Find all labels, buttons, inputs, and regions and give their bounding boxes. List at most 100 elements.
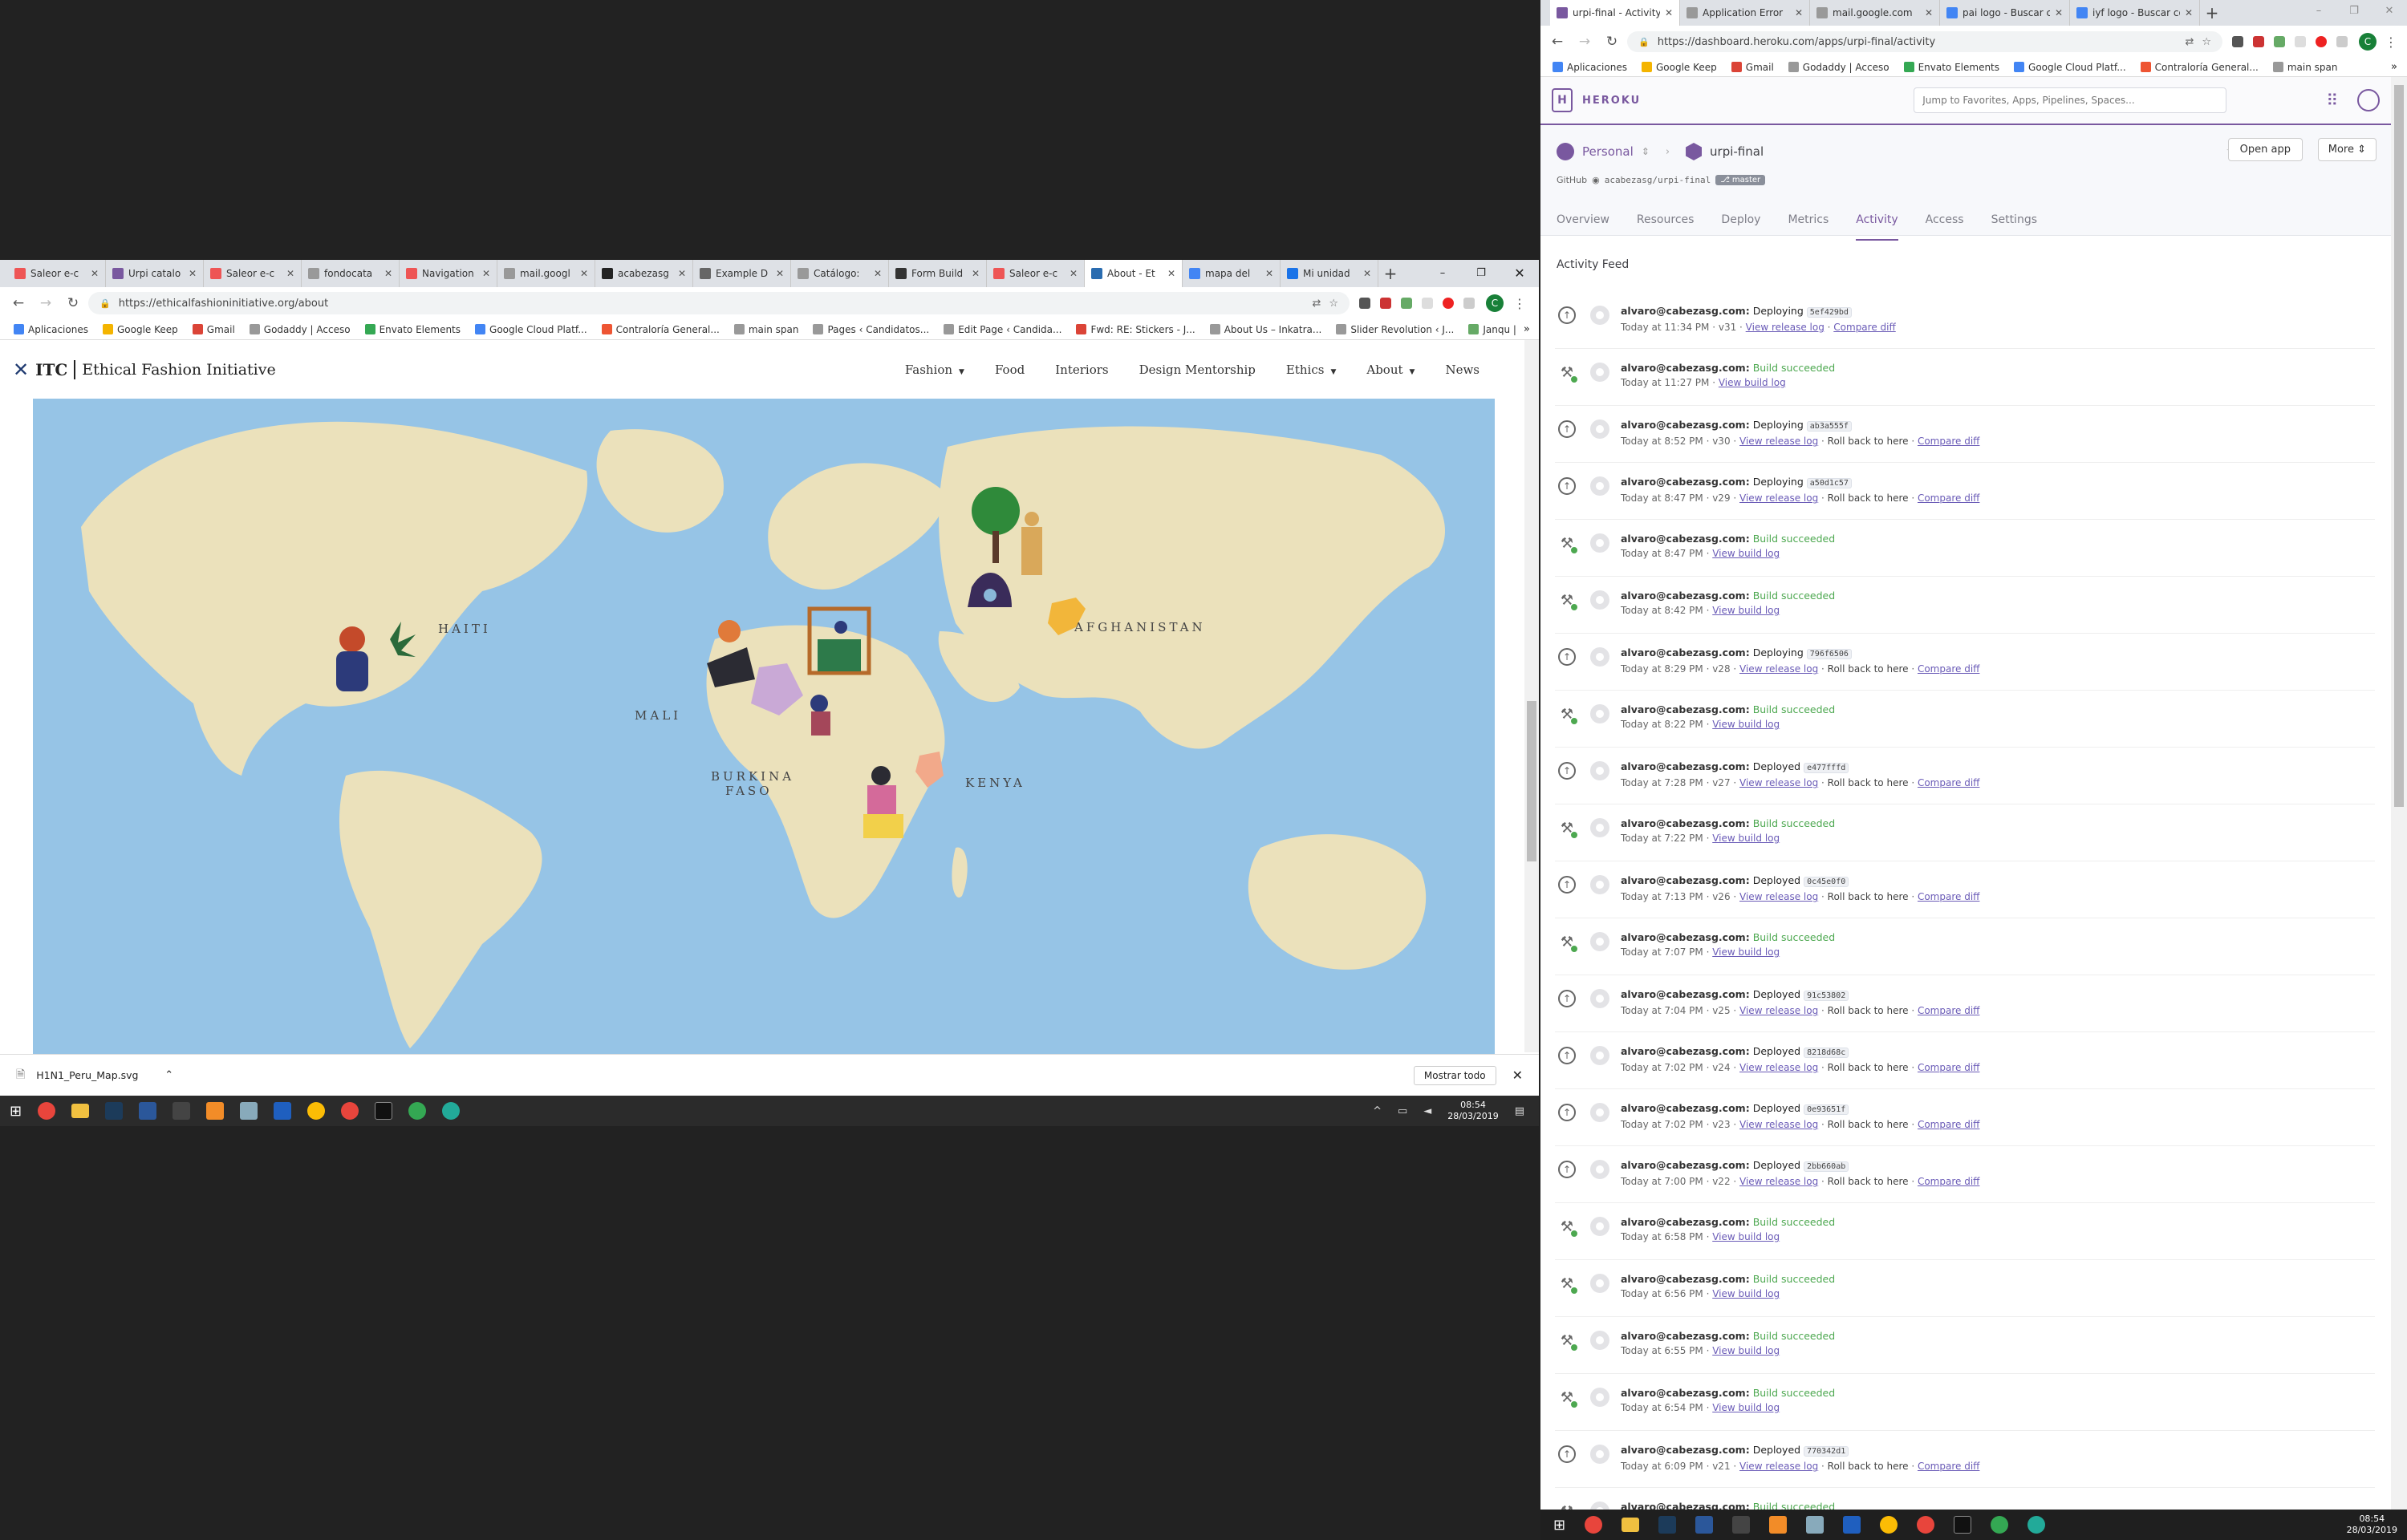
view-release-log-link[interactable]: View release log <box>1739 891 1818 902</box>
photoshop-icon[interactable] <box>105 1102 124 1120</box>
bookmark-item[interactable]: Edit Page ‹ Candida... <box>936 324 1069 335</box>
chevron-up-icon[interactable]: ⌃ <box>164 1069 173 1081</box>
view-build-log-link[interactable]: View build log <box>1712 1231 1780 1242</box>
word-icon[interactable] <box>1695 1516 1714 1534</box>
bookmark-item[interactable]: Janqu | <box>1461 324 1524 335</box>
view-release-log-link[interactable]: View release log <box>1739 777 1818 788</box>
bookmark-item[interactable]: Gmail <box>1724 62 1781 73</box>
app-tab-overview[interactable]: Overview <box>1557 213 1609 241</box>
terminal-icon[interactable] <box>1954 1516 1972 1534</box>
tab-close-icon[interactable]: ✕ <box>1795 7 1803 18</box>
app-icon[interactable] <box>274 1102 292 1120</box>
view-build-log-link[interactable]: View build log <box>1712 548 1780 559</box>
tab-close-icon[interactable]: ✕ <box>1167 268 1175 279</box>
view-release-log-link[interactable]: View release log <box>1739 1005 1818 1016</box>
browser-tab[interactable]: Application Error ✕ <box>1680 0 1810 26</box>
site-nav-item[interactable]: Fashion ▼ <box>905 363 964 377</box>
roll-back-link[interactable]: Roll back to here <box>1828 1176 1909 1187</box>
notification-icon[interactable]: ▤ <box>1515 1105 1524 1117</box>
opera-icon[interactable] <box>2316 36 2327 47</box>
tab-close-icon[interactable]: ✕ <box>1925 7 1933 18</box>
tab-close-icon[interactable]: ✕ <box>972 268 980 279</box>
close-download-bar-icon[interactable]: ✕ <box>1512 1068 1523 1083</box>
profile-avatar[interactable]: C <box>2359 33 2377 51</box>
view-release-log-link[interactable]: View release log <box>1739 663 1818 675</box>
view-build-log-link[interactable]: View build log <box>1712 833 1780 844</box>
roll-back-link[interactable]: Roll back to here <box>1828 1119 1909 1130</box>
view-build-log-link[interactable]: View build log <box>1712 1402 1780 1413</box>
browser-tab[interactable]: Urpi catalo ✕ <box>106 260 204 287</box>
extension-icon[interactable] <box>2295 36 2306 47</box>
tab-close-icon[interactable]: ✕ <box>91 268 99 279</box>
network-icon[interactable]: ▭ <box>1398 1105 1407 1117</box>
windows-start-icon[interactable]: ⊞ <box>1553 1517 1565 1534</box>
compare-diff-link[interactable]: Compare diff <box>1918 1062 1979 1073</box>
volume-icon[interactable]: ◄ <box>1423 1105 1431 1117</box>
folder-icon[interactable] <box>1622 1518 1640 1532</box>
new-tab-button[interactable]: + <box>2200 0 2224 26</box>
compare-diff-link[interactable]: Compare diff <box>1918 1176 1979 1187</box>
chrome-icon[interactable] <box>1917 1516 1935 1534</box>
chrome-icon[interactable] <box>1585 1516 1603 1534</box>
app-icon[interactable] <box>1806 1516 1825 1534</box>
bookmark-item[interactable]: About Us – Inkatra... <box>1203 324 1329 335</box>
site-nav-item[interactable]: News <box>1445 363 1480 377</box>
bookmark-star-icon[interactable]: ☆ <box>2202 36 2211 48</box>
bookmark-item[interactable]: Fwd: RE: Stickers - J... <box>1069 324 1202 335</box>
roll-back-link[interactable]: Roll back to here <box>1828 891 1909 902</box>
app-icon[interactable] <box>173 1102 191 1120</box>
translate-icon[interactable]: ⇄ <box>1312 298 1321 310</box>
forward-button[interactable]: → <box>1573 34 1597 50</box>
bookmark-item[interactable]: Envato Elements <box>1897 62 2007 73</box>
roll-back-link[interactable]: Roll back to here <box>1828 492 1909 504</box>
translate-icon[interactable]: ⇄ <box>2185 36 2194 48</box>
reload-button[interactable]: ↻ <box>1600 34 1624 50</box>
chrome-icon[interactable] <box>38 1102 56 1120</box>
bookmark-item[interactable]: Godaddy | Acceso <box>242 324 358 335</box>
browser-tab[interactable]: Example D ✕ <box>693 260 791 287</box>
view-build-log-link[interactable]: View build log <box>1712 1288 1780 1299</box>
tab-close-icon[interactable]: ✕ <box>1070 268 1078 279</box>
account-switcher[interactable]: Personal <box>1582 144 1634 159</box>
browser-tab[interactable]: Saleor e-c ✕ <box>8 260 106 287</box>
tab-close-icon[interactable]: ✕ <box>2185 7 2193 18</box>
tab-close-icon[interactable]: ✕ <box>678 268 686 279</box>
app-tab-activity[interactable]: Activity <box>1856 213 1898 241</box>
github-repo[interactable]: acabezasg/urpi-final <box>1605 175 1711 185</box>
app-tab-resources[interactable]: Resources <box>1637 213 1695 241</box>
minimize-button[interactable]: – <box>2301 0 2336 26</box>
bookmark-item[interactable]: main span <box>2266 62 2345 73</box>
tab-close-icon[interactable]: ✕ <box>1363 268 1371 279</box>
download-file-name[interactable]: H1N1_Peru_Map.svg <box>36 1069 156 1081</box>
menu-icon[interactable]: ⋮ <box>1513 296 1526 311</box>
menu-icon[interactable]: ⋮ <box>2385 34 2397 50</box>
scrollbar-thumb[interactable] <box>1527 701 1536 861</box>
new-tab-button[interactable]: + <box>1378 260 1402 287</box>
open-app-button[interactable]: Open app <box>2227 138 2303 161</box>
extension-icon[interactable] <box>1422 298 1433 309</box>
bookmark-item[interactable]: Google Cloud Platf... <box>2007 62 2133 73</box>
roll-back-link[interactable]: Roll back to here <box>1828 1005 1909 1016</box>
browser-tab[interactable]: urpi-final - Activity ✕ <box>1550 0 1680 26</box>
browser-tab[interactable]: Saleor e-c ✕ <box>987 260 1085 287</box>
bookmark-item[interactable]: Gmail <box>185 324 242 335</box>
bookmark-item[interactable]: Godaddy | Acceso <box>1781 62 1897 73</box>
bookmark-star-icon[interactable]: ☆ <box>1329 298 1338 310</box>
browser-tab[interactable]: pai logo - Buscar co ✕ <box>1940 0 2070 26</box>
tab-close-icon[interactable]: ✕ <box>874 268 882 279</box>
sublime-icon[interactable] <box>206 1102 225 1120</box>
tray-chevron-icon[interactable]: ^ <box>1373 1105 1382 1117</box>
view-release-log-link[interactable]: View release log <box>1739 1062 1818 1073</box>
extension-icon[interactable] <box>2253 36 2264 47</box>
view-release-log-link[interactable]: View release log <box>1739 1176 1818 1187</box>
bookmark-item[interactable]: Envato Elements <box>358 324 468 335</box>
bookmark-item[interactable]: Google Cloud Platf... <box>468 324 595 335</box>
site-nav-item[interactable]: Food <box>995 363 1025 377</box>
roll-back-link[interactable]: Roll back to here <box>1828 663 1909 675</box>
compare-diff-link[interactable]: Compare diff <box>1918 663 1979 675</box>
back-button[interactable]: ← <box>1545 34 1569 50</box>
view-release-log-link[interactable]: View release log <box>1746 322 1825 333</box>
app-icon[interactable] <box>1732 1516 1751 1534</box>
tab-close-icon[interactable]: ✕ <box>1665 7 1673 18</box>
app-icon[interactable] <box>240 1102 258 1120</box>
